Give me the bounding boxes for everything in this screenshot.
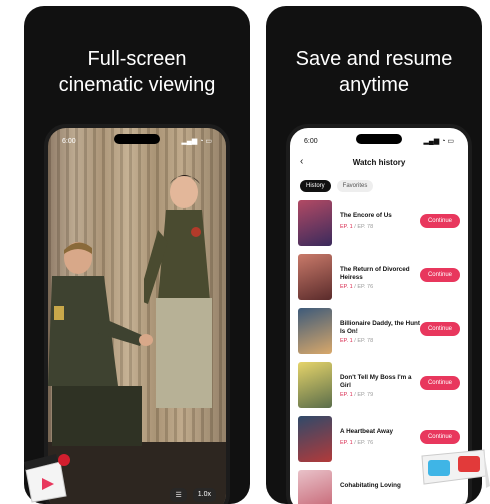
dynamic-island — [114, 134, 160, 144]
drama-title: Don't Tell My Boss I'm a Girl — [340, 374, 412, 389]
promo-card-fullscreen: Full-screen cinematic viewing 6:00 ▂▄▆ ◔… — [24, 6, 250, 504]
episode-progress: EP. 1 / EP. 76 — [340, 284, 374, 290]
man-figure — [48, 242, 153, 446]
3d-glasses-icon — [421, 449, 490, 488]
poster-thumbnail — [298, 470, 332, 504]
continue-button[interactable]: Continue — [419, 376, 460, 390]
player-controls: ☰ 1.0x — [170, 488, 216, 502]
speed-button[interactable]: 1.0x — [192, 488, 216, 502]
phone-mockup-player: 6:00 ▂▄▆ ◔ ▭ ☰ 1.0x — [44, 124, 230, 504]
tab-history[interactable]: History — [300, 180, 331, 192]
tab-bar: History Favorites — [300, 180, 374, 192]
headline-fullscreen: Full-screen cinematic viewing — [58, 48, 216, 96]
episode-progress: EP. 1 / EP. 78 — [340, 224, 374, 230]
continue-button[interactable]: Continue — [419, 430, 460, 444]
drama-title: Cohabitating Loving — [340, 482, 401, 489]
page-title: Watch history — [352, 158, 406, 167]
episode-progress: EP. 1 / EP. 79 — [340, 392, 374, 398]
status-time: 6:00 — [304, 137, 318, 145]
status-icons: ▂▄▆ ◔ ▭ — [423, 138, 454, 145]
continue-button[interactable]: Continue — [419, 214, 460, 228]
poster-thumbnail — [298, 416, 332, 462]
poster-thumbnail — [298, 308, 332, 354]
poster-thumbnail — [298, 362, 332, 408]
status-icons: ▂▄▆ ◔ ▭ — [181, 138, 212, 145]
poster-thumbnail — [298, 200, 332, 246]
tab-favorites[interactable]: Favorites — [336, 180, 374, 192]
clapperboard-icon — [24, 454, 70, 503]
list-item[interactable]: Billionaire Daddy, the Hunt Is On! EP. 1… — [298, 308, 460, 362]
drama-title: The Encore of Us — [340, 212, 392, 219]
video-frame[interactable] — [48, 128, 226, 504]
headline-history: Save and resume anytime — [295, 48, 453, 96]
list-item[interactable]: The Return of Divorced Heiress EP. 1 / E… — [298, 254, 460, 308]
poster-thumbnail — [298, 254, 332, 300]
episode-progress: EP. 1 / EP. 78 — [340, 338, 374, 344]
drama-title: A Heartbeat Away — [340, 428, 393, 435]
status-time: 6:00 — [62, 137, 76, 145]
dynamic-island — [356, 134, 402, 144]
continue-button[interactable]: Continue — [419, 268, 460, 282]
list-item[interactable]: Don't Tell My Boss I'm a Girl EP. 1 / EP… — [298, 362, 460, 416]
drama-title: The Return of Divorced Heiress — [340, 266, 410, 281]
list-icon[interactable]: ☰ — [170, 488, 187, 502]
drama-title: Billionaire Daddy, the Hunt Is On! — [340, 320, 420, 335]
continue-button[interactable]: Continue — [419, 322, 460, 336]
list-item[interactable]: The Encore of Us EP. 1 / EP. 78 Continue — [298, 200, 460, 254]
promo-card-history: Save and resume anytime 6:00 ▂▄▆ ◔ ▭ ‹ W… — [266, 6, 482, 504]
episode-progress: EP. 1 / EP. 76 — [340, 440, 374, 446]
